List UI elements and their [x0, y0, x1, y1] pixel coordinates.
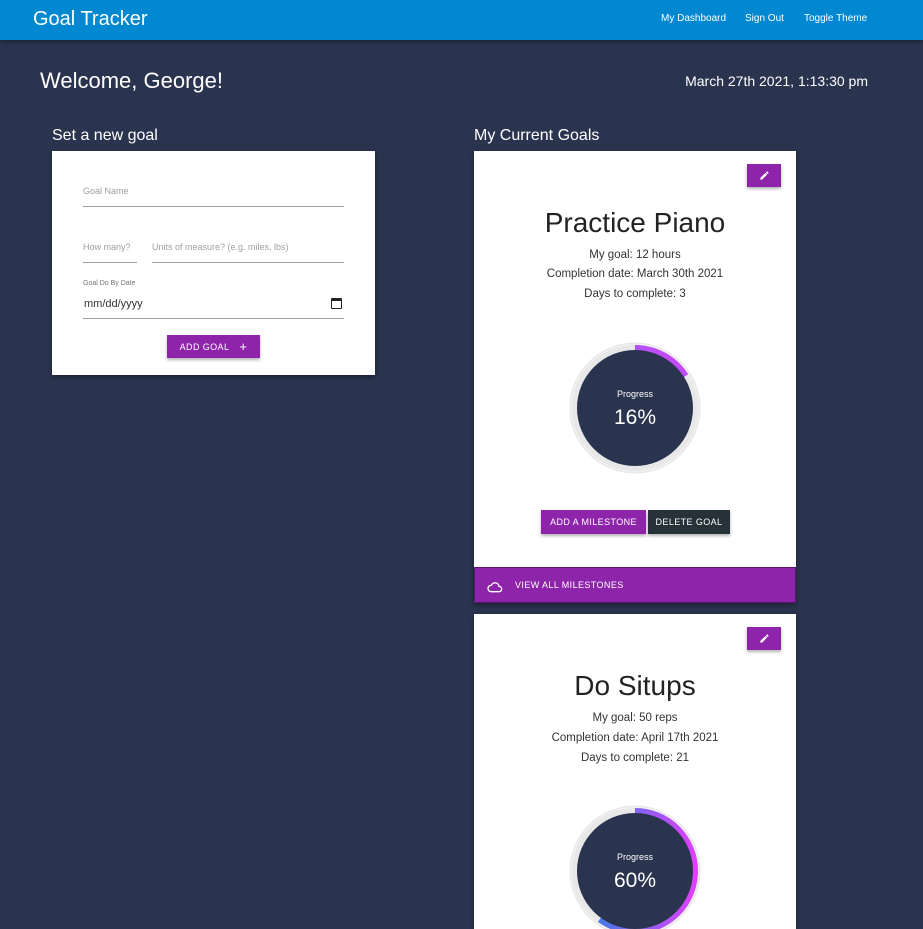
progress-ring: Progress 60% [566, 802, 704, 929]
edit-goal-button[interactable] [747, 164, 781, 187]
app-brand[interactable]: Goal Tracker [33, 8, 147, 31]
goal-title: Do Situps [574, 670, 696, 701]
goal-name-underline [83, 206, 344, 207]
pencil-icon [759, 634, 769, 643]
nav-toggle-theme[interactable]: Toggle Theme [804, 13, 867, 24]
goal-name-input[interactable]: Goal Name [83, 186, 129, 196]
date-field-label: Goal Do By Date [83, 280, 136, 287]
current-goals-section-title: My Current Goals [474, 127, 600, 144]
goal-title: Practice Piano [544, 207, 726, 238]
add-goal-button[interactable]: ADD GOAL + [167, 335, 260, 358]
progress-ring: Progress 16% [566, 339, 704, 477]
add-goal-label: ADD GOAL [179, 341, 230, 352]
how-many-underline [83, 262, 137, 263]
how-many-input[interactable]: How many? [83, 242, 131, 252]
goal-days-to-complete: Days to complete: 21 [580, 752, 690, 764]
progress-ring-graphic [569, 805, 701, 929]
goal-days-to-complete: Days to complete: 3 [584, 288, 686, 300]
edit-goal-button[interactable] [747, 627, 781, 650]
add-milestone-button[interactable]: ADD A MILESTONE [541, 510, 646, 534]
delete-goal-button[interactable]: DELETE GOAL [648, 510, 730, 534]
goal-amount: My goal: 50 reps [592, 712, 678, 724]
view-milestones-label: VIEW ALL MILESTONES [515, 580, 624, 590]
plus-icon: + [239, 339, 248, 354]
goal-card: Do Situps My goal: 50 reps Completion da… [474, 614, 796, 929]
view-milestones-button[interactable]: VIEW ALL MILESTONES [474, 567, 796, 603]
nav-sign-out[interactable]: Sign Out [745, 13, 784, 24]
top-navbar: Goal Tracker My Dashboard Sign Out Toggl… [0, 0, 923, 40]
goal-completion-date: Completion date: April 17th 2021 [551, 732, 719, 744]
welcome-heading: Welcome, George! [40, 68, 224, 93]
progress-label: Progress [616, 852, 653, 862]
cloud-icon [487, 582, 503, 593]
progress-label: Progress [616, 389, 653, 399]
nav-my-dashboard[interactable]: My Dashboard [661, 13, 726, 24]
progress-value: 60% [613, 869, 657, 892]
goal-date-underline [83, 318, 344, 319]
units-input[interactable]: Units of measure? (e.g. miles, lbs) [152, 242, 289, 252]
units-underline [152, 262, 344, 263]
goal-completion-date: Completion date: March 30th 2021 [546, 268, 724, 280]
calendar-icon[interactable] [331, 298, 342, 309]
new-goal-form: Goal Name How many? Units of measure? (e… [52, 151, 375, 375]
progress-value: 16% [613, 406, 657, 429]
goal-amount: My goal: 12 hours [589, 249, 681, 261]
current-datetime: March 27th 2021, 1:13:30 pm [685, 73, 868, 89]
goal-date-input[interactable]: mm/dd/yyyy [84, 298, 143, 310]
goal-card: Practice Piano My goal: 12 hours Complet… [474, 151, 796, 603]
pencil-icon [759, 171, 769, 180]
new-goal-section-title: Set a new goal [52, 127, 158, 144]
